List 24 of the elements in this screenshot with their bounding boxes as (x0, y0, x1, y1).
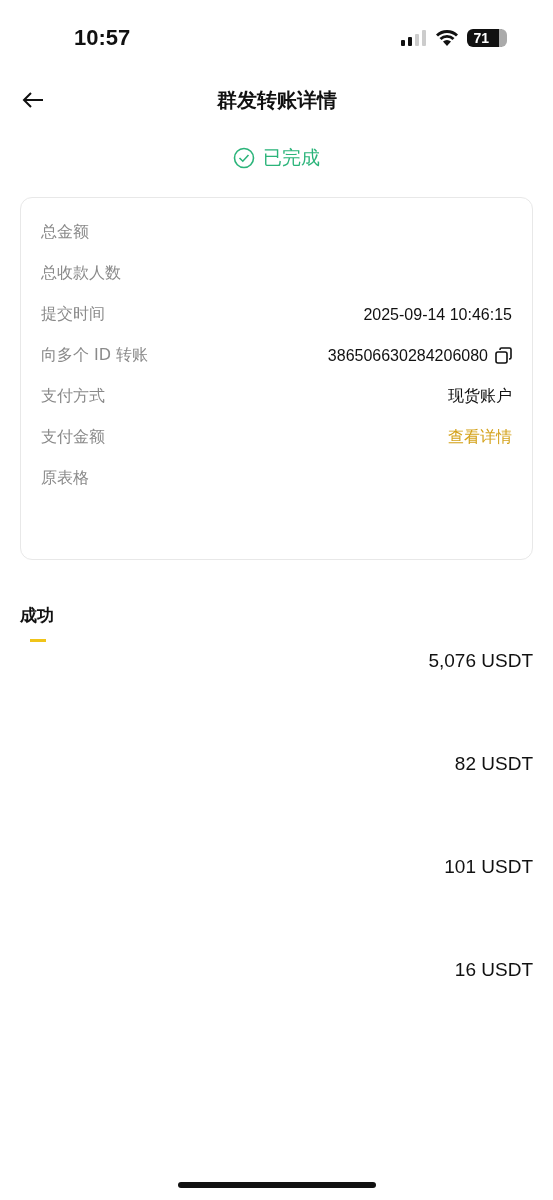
back-arrow-icon[interactable] (22, 91, 44, 109)
detail-label: 支付金额 (41, 427, 105, 448)
detail-label: 总收款人数 (41, 263, 121, 284)
detail-label: 支付方式 (41, 386, 105, 407)
amount-value: 82 USDT (454, 752, 533, 775)
success-tab[interactable]: 成功 (20, 604, 54, 642)
wifi-icon (435, 29, 460, 46)
detail-label: 总金额 (41, 222, 89, 243)
copy-icon[interactable] (495, 347, 512, 364)
detail-label: 原表格 (41, 468, 89, 489)
detail-value: 2025-09-14 10:46:15 (363, 305, 512, 324)
detail-value: 386506630284206080 (327, 346, 488, 365)
check-circle-icon (233, 147, 255, 169)
detail-label: 向多个 ID 转账 (41, 345, 149, 366)
detail-value: 现货账户 (448, 386, 512, 406)
amount-value: 16 USDT (454, 958, 533, 981)
page-title: 群发转账详情 (216, 86, 337, 114)
signal-icon (401, 29, 428, 46)
status-time: 10:57 (74, 24, 131, 51)
battery-level: 71 (467, 28, 507, 47)
amount-value: 5,076 USDT (428, 649, 533, 672)
detail-label: 提交时间 (41, 304, 105, 325)
amount-value: 101 USDT (444, 855, 533, 878)
status-label: 已完成 (263, 145, 320, 170)
